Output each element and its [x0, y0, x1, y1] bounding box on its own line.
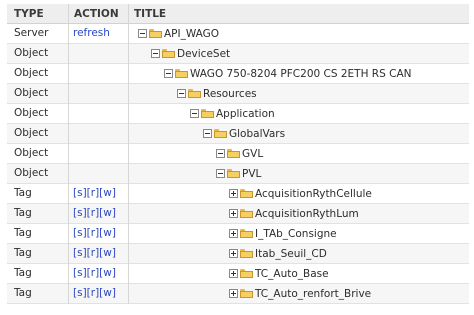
node-label[interactable]: TC_Auto_renfort_Brive	[255, 288, 371, 300]
node-label[interactable]: Resources	[203, 88, 257, 100]
cell-title: PVL	[216, 166, 261, 181]
cell-title: API_WAGO	[138, 26, 219, 41]
tree-table: TYPE ACTION TITLE Server refresh API_WAGO O…	[7, 4, 469, 304]
cell-title: TC_Auto_renfort_Brive	[229, 286, 371, 301]
cell-title: AcquisitionRythLum	[229, 206, 359, 221]
cell-type: Object	[14, 167, 49, 179]
cell-type: Object	[14, 67, 49, 79]
node-label[interactable]: API_WAGO	[164, 28, 219, 40]
table-row[interactable]: Tag [s][r][w] AcquisitionRythLum	[7, 204, 469, 224]
folder-icon	[227, 149, 240, 158]
cell-type: Tag	[14, 227, 32, 239]
folder-icon	[201, 109, 214, 118]
folder-icon	[227, 169, 240, 178]
cell-type: Tag	[14, 287, 32, 299]
collapse-toggle-icon[interactable]	[216, 169, 225, 178]
cell-type: Tag	[14, 247, 32, 259]
collapse-toggle-icon[interactable]	[151, 49, 160, 58]
folder-icon	[162, 49, 175, 58]
expand-toggle-icon[interactable]	[229, 209, 238, 218]
cell-title: GlobalVars	[203, 126, 285, 141]
collapse-toggle-icon[interactable]	[216, 149, 225, 158]
folder-icon	[240, 269, 253, 278]
cell-title: GVL	[216, 146, 263, 161]
node-label[interactable]: PVL	[242, 168, 261, 180]
collapse-toggle-icon[interactable]	[177, 89, 186, 98]
folder-icon	[240, 289, 253, 298]
column-header-type[interactable]: TYPE	[14, 8, 44, 20]
table-row[interactable]: Server refresh API_WAGO	[7, 24, 469, 44]
table-body: Server refresh API_WAGO Object DeviceSet Obje…	[7, 24, 469, 304]
cell-type: Server	[14, 27, 49, 39]
cell-action[interactable]: [s][r][w]	[73, 287, 116, 299]
collapse-toggle-icon[interactable]	[138, 29, 147, 38]
cell-type: Tag	[14, 207, 32, 219]
table-row[interactable]: Object Resources	[7, 84, 469, 104]
folder-icon	[240, 209, 253, 218]
expand-toggle-icon[interactable]	[229, 249, 238, 258]
cell-action[interactable]: [s][r][w]	[73, 227, 116, 239]
cell-action[interactable]: [s][r][w]	[73, 267, 116, 279]
collapse-toggle-icon[interactable]	[190, 109, 199, 118]
folder-icon	[214, 129, 227, 138]
node-label[interactable]: WAGO 750-8204 PFC200 CS 2ETH RS CAN	[190, 68, 411, 80]
expand-toggle-icon[interactable]	[229, 229, 238, 238]
node-label[interactable]: GlobalVars	[229, 128, 285, 140]
cell-title: TC_Auto_Base	[229, 266, 329, 281]
cell-action[interactable]: [s][r][w]	[73, 187, 116, 199]
table-row[interactable]: Tag [s][r][w] TC_Auto_Base	[7, 264, 469, 284]
table-row[interactable]: Tag [s][r][w] AcquisitionRythCellule	[7, 184, 469, 204]
cell-title: Resources	[177, 86, 257, 101]
cell-action[interactable]: [s][r][w]	[73, 207, 116, 219]
cell-type: Object	[14, 127, 49, 139]
folder-icon	[188, 89, 201, 98]
cell-type: Tag	[14, 267, 32, 279]
table-row[interactable]: Object DeviceSet	[7, 44, 469, 64]
cell-type: Object	[14, 47, 49, 59]
folder-icon	[240, 189, 253, 198]
expand-toggle-icon[interactable]	[229, 189, 238, 198]
cell-type: Object	[14, 107, 49, 119]
table-row[interactable]: Object GlobalVars	[7, 124, 469, 144]
expand-toggle-icon[interactable]	[229, 269, 238, 278]
cell-title: I_TAb_Consigne	[229, 226, 337, 241]
folder-icon	[175, 69, 188, 78]
expand-toggle-icon[interactable]	[229, 289, 238, 298]
table-row[interactable]: Object PVL	[7, 164, 469, 184]
table-row[interactable]: Tag [s][r][w] TC_Auto_renfort_Brive	[7, 284, 469, 304]
cell-type: Object	[14, 147, 49, 159]
refresh-link[interactable]: refresh	[73, 27, 110, 39]
node-label[interactable]: AcquisitionRythLum	[255, 208, 359, 220]
folder-icon	[149, 29, 162, 38]
table-row[interactable]: Tag [s][r][w] Itab_Seuil_CD	[7, 244, 469, 264]
cell-title: Itab_Seuil_CD	[229, 246, 327, 261]
node-label[interactable]: Itab_Seuil_CD	[255, 248, 327, 260]
node-label[interactable]: AcquisitionRythCellule	[255, 188, 372, 200]
table-header: TYPE ACTION TITLE	[7, 4, 469, 24]
cell-type: Tag	[14, 187, 32, 199]
cell-title: AcquisitionRythCellule	[229, 186, 372, 201]
table-row[interactable]: Object GVL	[7, 144, 469, 164]
cell-type: Object	[14, 87, 49, 99]
cell-title: Application	[190, 106, 275, 121]
table-row[interactable]: Object Application	[7, 104, 469, 124]
collapse-toggle-icon[interactable]	[164, 69, 173, 78]
node-label[interactable]: I_TAb_Consigne	[255, 228, 337, 240]
folder-icon	[240, 229, 253, 238]
cell-title: WAGO 750-8204 PFC200 CS 2ETH RS CAN	[164, 66, 411, 81]
column-header-title[interactable]: TITLE	[134, 8, 166, 20]
cell-title: DeviceSet	[151, 46, 230, 61]
table-row[interactable]: Tag [s][r][w] I_TAb_Consigne	[7, 224, 469, 244]
node-label[interactable]: TC_Auto_Base	[255, 268, 329, 280]
collapse-toggle-icon[interactable]	[203, 129, 212, 138]
node-label[interactable]: GVL	[242, 148, 263, 160]
folder-icon	[240, 249, 253, 258]
table-row[interactable]: Object WAGO 750-8204 PFC200 CS 2ETH RS CA…	[7, 64, 469, 84]
cell-action[interactable]: [s][r][w]	[73, 247, 116, 259]
column-header-action[interactable]: ACTION	[74, 8, 119, 20]
node-label[interactable]: Application	[216, 108, 275, 120]
node-label[interactable]: DeviceSet	[177, 48, 230, 60]
